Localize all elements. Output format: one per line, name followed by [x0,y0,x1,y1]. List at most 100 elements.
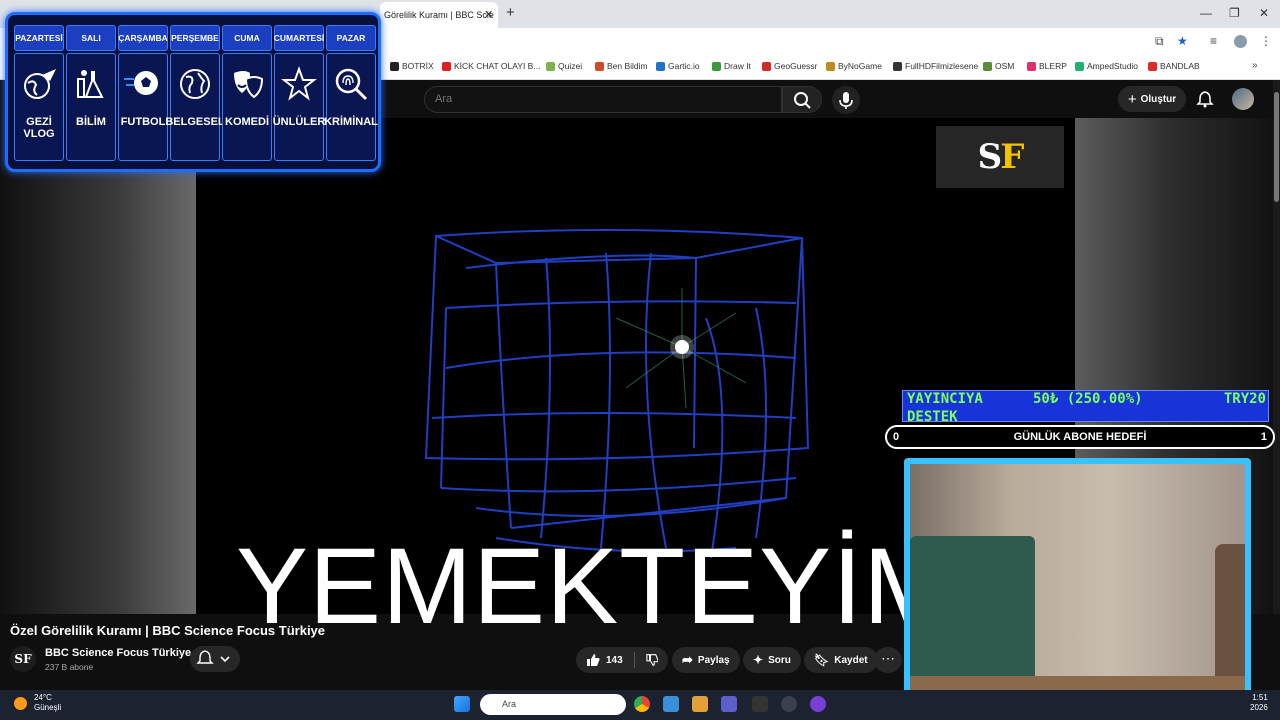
subscription-bell-button[interactable] [190,646,240,672]
donation-amount: 50₺ (250.00%) [1033,391,1143,407]
bell-icon [1196,91,1214,108]
webcam-pillow [910,536,1035,686]
taskbar-app-icon-2[interactable] [781,696,797,712]
scrollbar-thumb[interactable] [1274,92,1279,202]
more-icon: ⋯ [881,650,895,666]
notifications-button[interactable] [1196,90,1214,113]
donation-label-2: DESTEK [907,409,958,425]
donation-currency: TRY20 [1223,391,1266,407]
restore-icon[interactable]: ❐ [1229,6,1240,20]
bookmark-item[interactable]: OSM [983,61,1014,71]
minimize-icon[interactable]: — [1200,6,1212,20]
save-button[interactable]: 🔖︎ Kaydet [804,647,878,673]
like-dislike-group: 143 [576,647,668,673]
share-label: Paylaş [697,654,730,666]
schedule-day-body: KRİMİNAL [324,53,378,161]
ask-button[interactable]: ✦ Soru [743,647,801,673]
schedule-topic: ÜNLÜLER [272,116,326,128]
user-avatar[interactable] [1232,88,1254,110]
bookmark-favicon-icon [712,61,721,71]
plus-icon: + [1127,90,1137,108]
folder-icon[interactable] [692,696,708,712]
bookmark-favicon-icon [656,61,665,71]
bookmark-favicon-icon [442,61,451,71]
taskbar-app-icon-1[interactable] [663,696,679,712]
bookmark-label: Gartic.io [668,61,700,71]
bookmark-item[interactable]: Ben Bildim [595,61,648,71]
tab-close-icon[interactable]: ✕ [484,8,1274,21]
schedule-day: SALI BİLİM [66,25,116,161]
schedule-day-name: ÇARŞAMBA [118,25,168,51]
epic-games-icon[interactable] [752,696,768,712]
search-icon [794,92,811,109]
bell-dropdown-icon [196,650,230,664]
channel-avatar[interactable]: SF [10,646,36,672]
thumbs-down-icon[interactable] [645,653,658,667]
taskbar-clock[interactable]: 1:51 2026 [1250,693,1268,713]
taskbar-search[interactable]: Ara [480,694,626,715]
schedule-day: CUMA KOMEDİ [222,25,272,161]
goal-target: 1 [1260,431,1267,443]
bookmark-favicon-icon [983,61,992,71]
goal-label: GÜNLÜK ABONE HEDEFİ [1013,431,1147,443]
bookmark-item[interactable]: GeoGuessr [762,61,817,71]
bookmark-item[interactable]: ByNoGame [826,61,882,71]
search-button[interactable] [782,86,822,113]
teams-icon[interactable] [721,696,737,712]
schedule-day: PAZAR KRİMİNAL [324,25,378,161]
bookmark-star-icon[interactable]: ★ [1177,34,1188,48]
media-icon[interactable]: ≡ [1210,34,1217,48]
bookmark-label: KİCK CHAT OLAYI B... [454,61,541,71]
browser-tab[interactable]: Görelilik Kuramı | BBC Scie [380,2,498,28]
schedule-day-body: FUTBOL [118,53,168,161]
search-box[interactable] [424,86,782,113]
window-close-icon[interactable]: ✕ [1259,6,1269,20]
start-windows-icon[interactable] [454,696,470,712]
schedule-day: CUMARTESİ ÜNLÜLER [272,25,326,161]
save-label: Kaydet [834,654,868,666]
comedy-mask-icon [228,64,266,104]
clock-time: 1:51 [1252,693,1268,702]
channel-name[interactable]: BBC Science Focus Türkiye [45,647,191,659]
bookmark-item[interactable]: Quizei [546,61,582,71]
bookmark-favicon-icon [546,61,555,71]
install-app-icon[interactable]: ⧉ [1155,34,1164,49]
more-actions-button[interactable]: ⋯ [874,647,902,673]
search-input[interactable] [425,87,781,111]
bookmark-item[interactable]: Draw It [712,61,751,71]
share-button[interactable]: ➦ Paylaş [672,647,740,673]
video-pillarbox-left [0,118,196,614]
share-icon: ➦ [682,652,693,667]
schedule-day-name: CUMA [222,25,272,51]
ask-label: Soru [768,654,791,666]
voice-search-button[interactable] [832,86,860,114]
bookmark-item[interactable]: BLERP [1027,61,1067,71]
taskbar-app-icon-3[interactable] [810,696,826,712]
webcam-cushion [1215,544,1245,684]
subscriber-count: 237 B abone [45,662,94,672]
schedule-day: PERŞEMBE BELGESEL [165,25,225,161]
bookmarks-overflow-icon[interactable]: » [1252,60,1258,71]
weather-widget[interactable]: 24°C Güneşli [34,693,61,713]
schedule-day: ÇARŞAMBA FUTBOL [118,25,168,161]
bookmark-item[interactable]: BOTRİX [390,61,434,71]
bookmark-item[interactable]: FullHDFilmizlesene [893,61,978,71]
globe-plane-icon [20,64,58,104]
create-button[interactable]: + Oluştur [1118,86,1186,112]
browser-menu-icon[interactable]: ⋮ [1260,34,1272,48]
schedule-topic: KOMEDİ [225,116,269,128]
like-button[interactable]: 143 [586,653,623,667]
channel-watermark-logo: SF [936,126,1064,188]
bookmark-item[interactable]: AmpedStudio [1075,61,1138,71]
sun-icon [14,697,27,710]
new-tab-icon[interactable]: + [506,4,515,21]
bookmark-favicon-icon [595,61,604,71]
profile-icon[interactable] [1234,35,1247,48]
bookmark-label: Quizei [558,61,583,71]
schedule-day-body: GEZİ VLOG [14,53,64,161]
weather-desc: Güneşli [34,703,62,712]
bookmark-item[interactable]: KİCK CHAT OLAYI B... [442,61,540,71]
chrome-icon[interactable] [634,696,650,712]
bookmark-item[interactable]: BANDLAB [1148,61,1200,71]
bookmark-item[interactable]: Gartic.io [656,61,700,71]
